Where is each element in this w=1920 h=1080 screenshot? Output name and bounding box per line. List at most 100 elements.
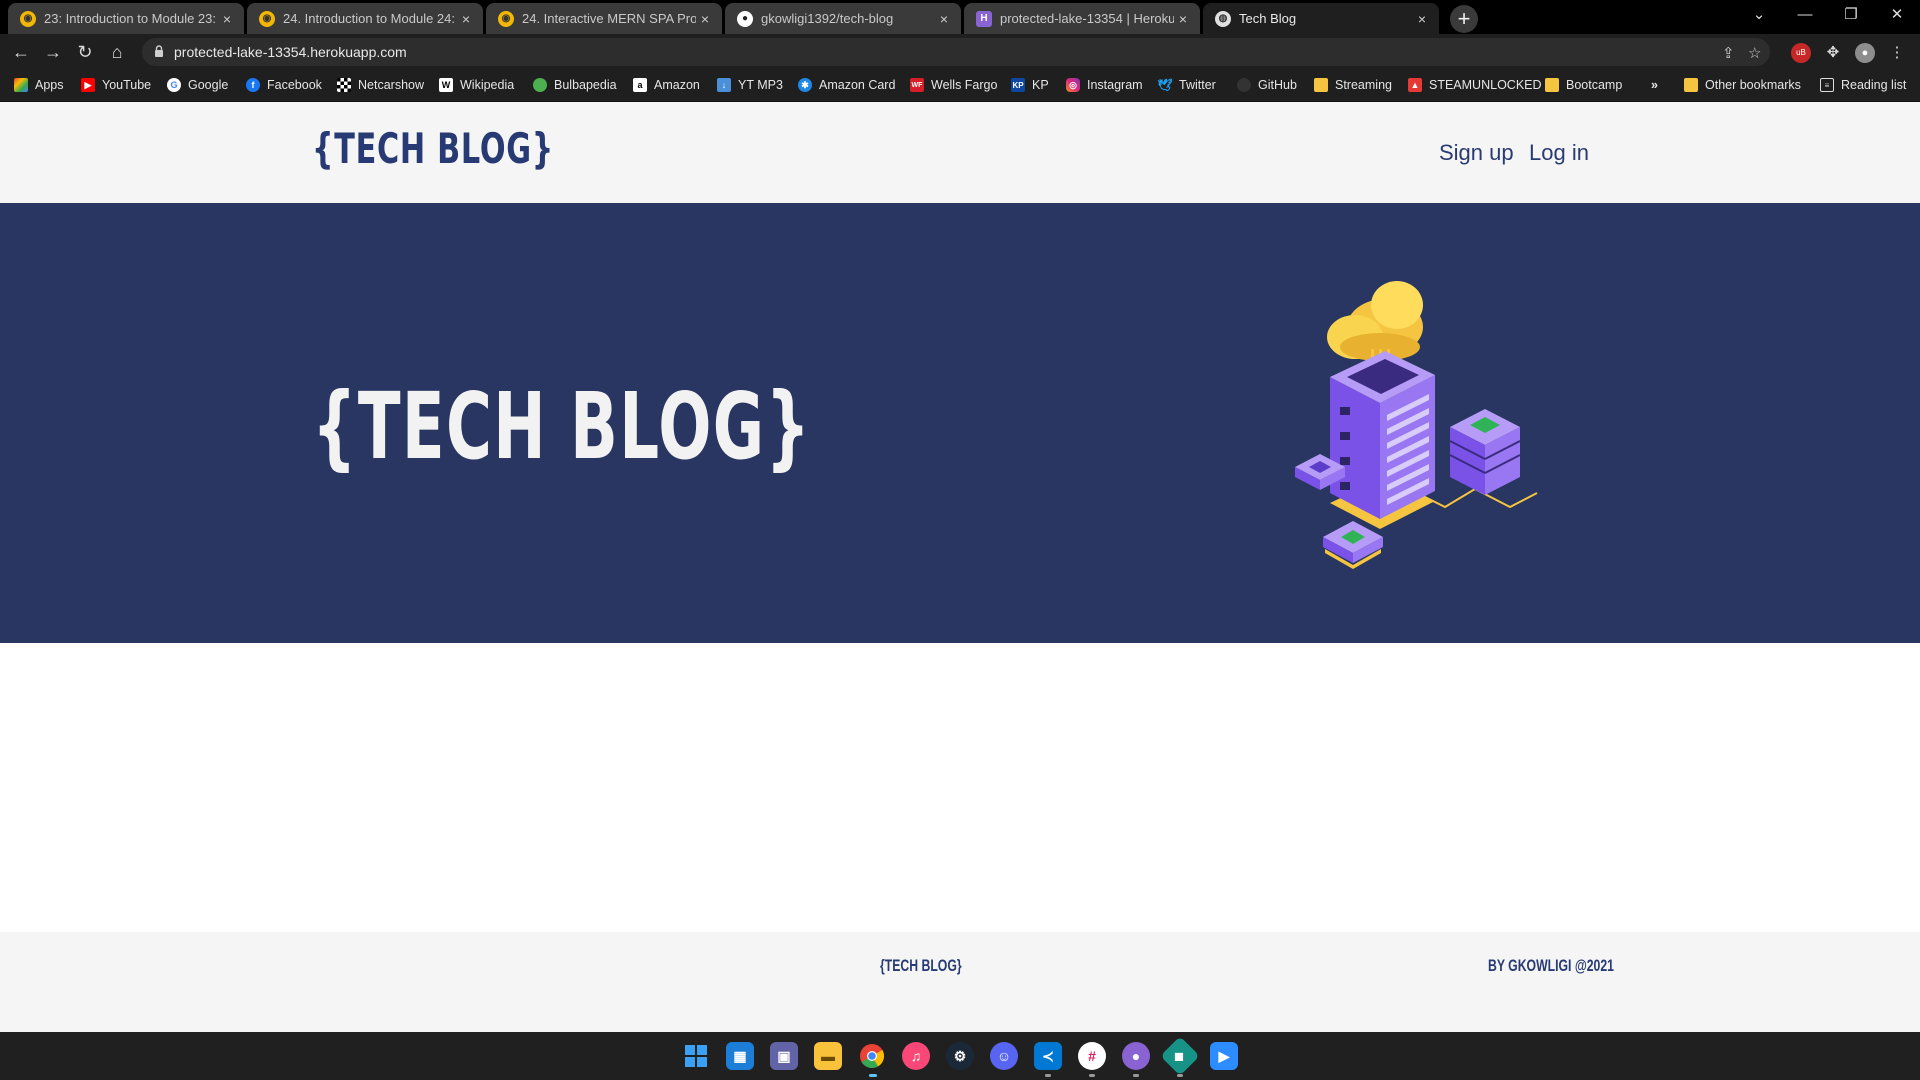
- kebab-menu-icon[interactable]: ⋮: [1887, 43, 1907, 63]
- back-arrow-icon[interactable]: ←: [8, 39, 34, 65]
- running-app-indicator: [1133, 1074, 1139, 1077]
- instagram-icon: ◎: [1066, 78, 1080, 92]
- close-icon[interactable]: ×: [457, 11, 475, 27]
- restore-icon[interactable]: ❐: [1828, 0, 1874, 30]
- share-icon[interactable]: ⇪: [1722, 44, 1735, 62]
- site-footer: {TECH BLOG} BY GKOWLIGI @2021: [0, 932, 1920, 1032]
- address-bar[interactable]: protected-lake-13354.herokuapp.com ⇪ ☆: [142, 38, 1770, 66]
- signup-link[interactable]: Sign up: [1439, 140, 1514, 166]
- minimize-icon[interactable]: —: [1782, 0, 1828, 30]
- windows-start-icon[interactable]: [682, 1042, 710, 1070]
- gitkraken-icon[interactable]: ◆: [1160, 1036, 1200, 1076]
- bookmark-amazon-card[interactable]: ✱ Amazon Card: [798, 78, 895, 92]
- bookmark-label: Streaming: [1335, 78, 1392, 92]
- bookmarks-overflow-chevron-icon[interactable]: »: [1651, 78, 1658, 92]
- reload-icon[interactable]: ↻: [72, 39, 98, 65]
- bookmark-github[interactable]: GitHub: [1237, 78, 1297, 92]
- slack-icon[interactable]: #: [1078, 1042, 1106, 1070]
- window-close-icon[interactable]: ✕: [1874, 0, 1920, 30]
- reading-list-icon: ≡: [1820, 78, 1834, 92]
- browser-toolbar: ← → ↻ ⌂ protected-lake-13354.herokuapp.c…: [0, 34, 1920, 70]
- chrome-icon[interactable]: [858, 1042, 886, 1070]
- browser-tab-active[interactable]: ◍ Tech Blog ×: [1203, 3, 1439, 34]
- cloud-server-illustration-icon: [1295, 281, 1538, 569]
- bookmark-kp[interactable]: KP KP: [1011, 78, 1049, 92]
- teams-chat-icon[interactable]: ▣: [770, 1042, 798, 1070]
- folder-icon: [1545, 78, 1559, 92]
- bookmark-youtube[interactable]: ▶ YouTube: [81, 78, 151, 92]
- close-icon[interactable]: ×: [1174, 11, 1192, 27]
- bookmark-label: Google: [188, 78, 229, 92]
- bookmark-wikipedia[interactable]: W Wikipedia: [439, 78, 514, 92]
- bookmark-label: Netcarshow: [358, 78, 424, 92]
- tab-search-icon[interactable]: ⌄: [1736, 0, 1782, 30]
- login-link[interactable]: Log in: [1529, 140, 1589, 166]
- active-app-indicator: [869, 1074, 877, 1077]
- other-bookmarks-label: Other bookmarks: [1705, 78, 1801, 92]
- github-favicon-icon: ●: [737, 10, 753, 27]
- new-tab-button[interactable]: +: [1450, 5, 1478, 33]
- close-icon[interactable]: ×: [935, 11, 953, 27]
- browser-tab[interactable]: ◉ 24. Interactive MERN SPA Project ×: [486, 3, 722, 34]
- bookmark-amazon[interactable]: a Amazon: [633, 78, 700, 92]
- bookmark-label: Bulbapedia: [554, 78, 617, 92]
- bookmark-label: Amazon Card: [819, 78, 896, 92]
- bookmark-instagram[interactable]: ◎ Instagram: [1066, 78, 1143, 92]
- bookmark-star-icon[interactable]: ☆: [1748, 44, 1761, 62]
- google-icon: G: [167, 78, 181, 92]
- zoom-icon[interactable]: ▶: [1210, 1042, 1238, 1070]
- tab-title: 24. Interactive MERN SPA Project: [522, 11, 696, 26]
- bookmark-steamunlocked[interactable]: ▲ STEAMUNLOCKED: [1408, 78, 1542, 92]
- file-explorer-icon[interactable]: ▬: [814, 1042, 842, 1070]
- profile-avatar[interactable]: ●: [1855, 43, 1875, 63]
- extensions-puzzle-icon[interactable]: ✥: [1823, 43, 1843, 63]
- footer-brand: {TECH BLOG}: [880, 956, 962, 975]
- bookmark-label: Wikipedia: [460, 78, 515, 92]
- wells-fargo-icon: WF: [910, 78, 924, 92]
- bookmark-yt-mp3[interactable]: ↓ YT MP3: [717, 78, 783, 92]
- tab-title: 23: Introduction to Module 23: B: [44, 11, 218, 26]
- bookmark-wells-fargo[interactable]: WF Wells Fargo: [910, 78, 997, 92]
- ublock-origin-icon[interactable]: uB: [1791, 43, 1811, 63]
- bookmark-apps[interactable]: Apps: [14, 78, 64, 92]
- bookmark-google[interactable]: G Google: [167, 78, 228, 92]
- heroku-favicon-icon: H: [976, 10, 992, 27]
- home-icon[interactable]: ⌂: [104, 39, 130, 65]
- close-icon[interactable]: ×: [1413, 11, 1431, 27]
- steam-icon[interactable]: ⚙: [946, 1042, 974, 1070]
- apps-grid-icon: [14, 78, 28, 92]
- forward-arrow-icon[interactable]: →: [40, 39, 66, 65]
- bookmark-netcarshow[interactable]: Netcarshow: [337, 78, 424, 92]
- browser-tab[interactable]: H protected-lake-13354 | Heroku ×: [964, 3, 1200, 34]
- bootcamp-favicon-icon: ◉: [20, 10, 36, 27]
- hero-banner: {TECH BLOG}: [0, 203, 1920, 643]
- github-icon: [1237, 78, 1251, 92]
- bookmark-label: KP: [1032, 78, 1049, 92]
- widgets-icon[interactable]: ▦: [726, 1042, 754, 1070]
- bookmark-folder-streaming[interactable]: Streaming: [1314, 78, 1392, 92]
- close-icon[interactable]: ×: [696, 11, 714, 27]
- wikipedia-icon: W: [439, 78, 453, 92]
- browser-tab[interactable]: ◉ 23: Introduction to Module 23: B ×: [8, 3, 244, 34]
- bookmark-bulbapedia[interactable]: Bulbapedia: [533, 78, 617, 92]
- browser-tab[interactable]: ● gkowligi1392/tech-blog ×: [725, 3, 961, 34]
- vscode-icon[interactable]: ≺: [1034, 1042, 1062, 1070]
- bookmark-label: Facebook: [267, 78, 322, 92]
- itunes-icon[interactable]: ♫: [902, 1042, 930, 1070]
- site-logo-link[interactable]: {TECH BLOG}: [312, 124, 554, 173]
- github-desktop-icon[interactable]: ●: [1122, 1042, 1150, 1070]
- reading-list[interactable]: ≡ Reading list: [1820, 78, 1906, 92]
- bookmark-folder-bootcamp[interactable]: Bootcamp: [1545, 78, 1622, 92]
- bookmark-label: YouTube: [102, 78, 152, 92]
- close-icon[interactable]: ×: [218, 11, 236, 27]
- bookmark-label: GitHub: [1258, 78, 1297, 92]
- bookmark-twitter[interactable]: 🕊 Twitter: [1157, 78, 1215, 92]
- discord-icon[interactable]: ☺: [990, 1042, 1018, 1070]
- other-bookmarks[interactable]: Other bookmarks: [1684, 78, 1801, 92]
- bookmark-facebook[interactable]: f Facebook: [246, 78, 322, 92]
- youtube-icon: ▶: [81, 78, 95, 92]
- bulbapedia-icon: [533, 78, 547, 92]
- tab-title: Tech Blog: [1239, 11, 1297, 26]
- browser-tab[interactable]: ◉ 24. Introduction to Module 24: B ×: [247, 3, 483, 34]
- lock-icon[interactable]: [154, 45, 164, 57]
